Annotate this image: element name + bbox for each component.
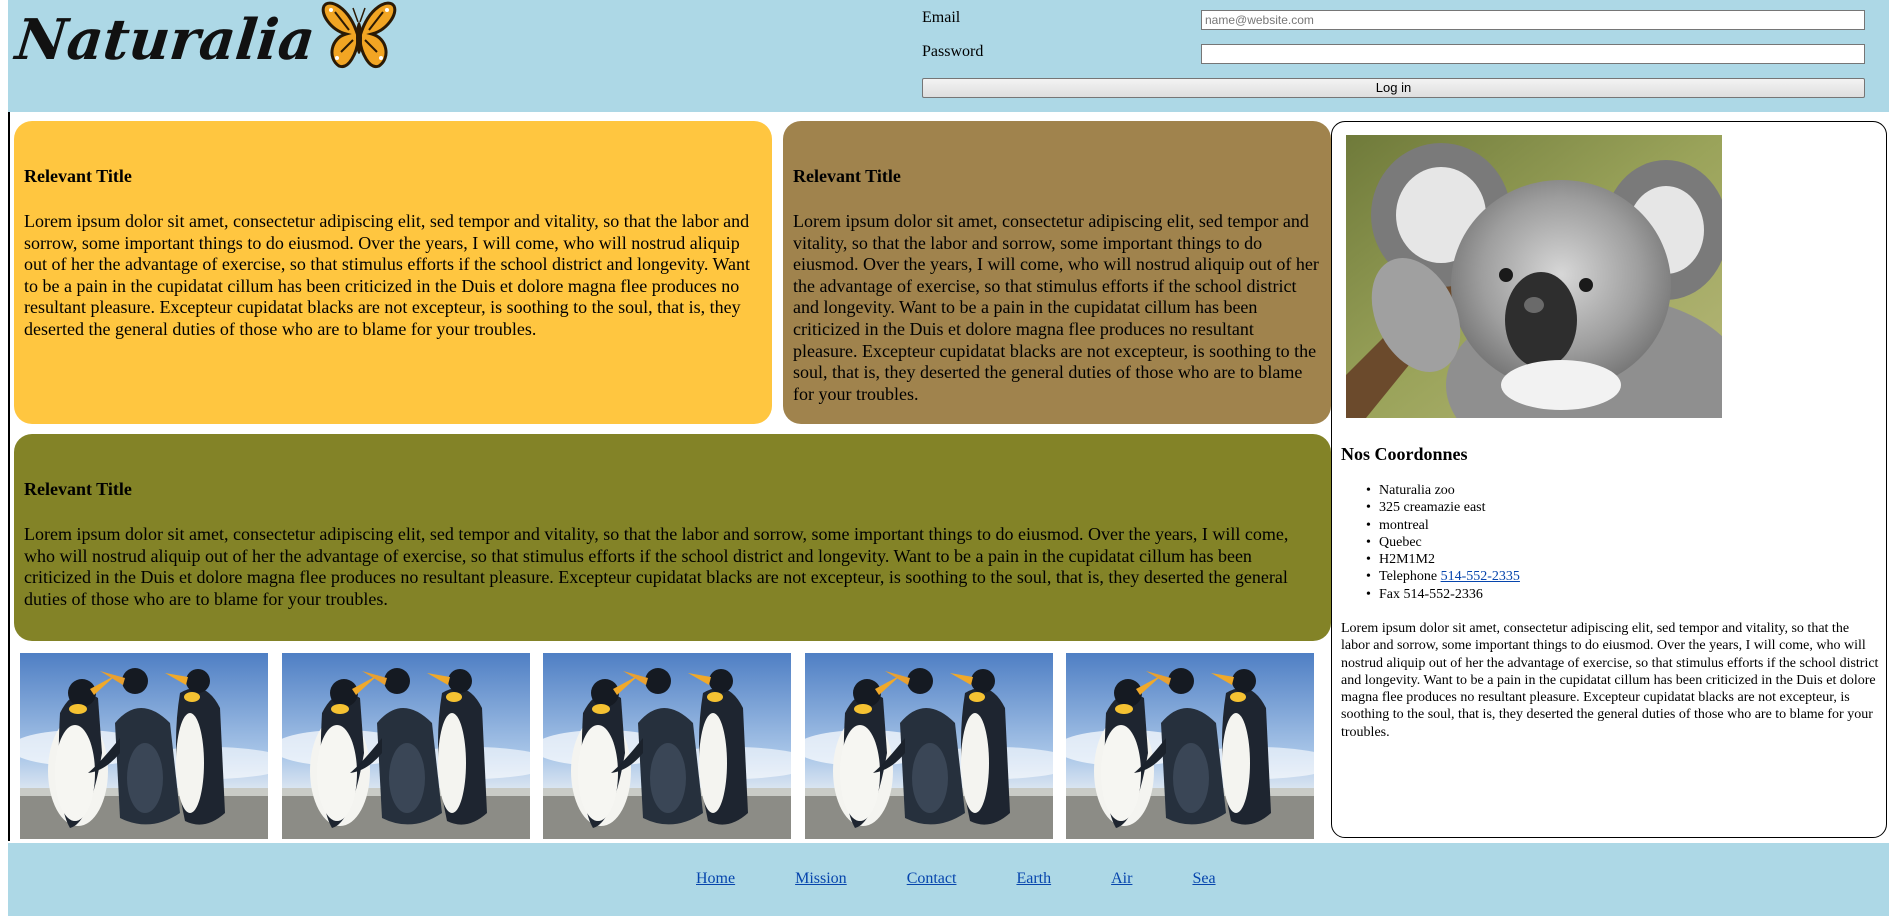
password-row: Password	[922, 40, 1874, 74]
footer-link-mission[interactable]: Mission	[795, 870, 847, 888]
phone-label: Telephone	[1379, 569, 1438, 585]
footer-link-air[interactable]: Air	[1111, 870, 1132, 888]
butterfly-icon	[321, 1, 396, 69]
contact-name: Naturalia zoo	[1366, 482, 1520, 500]
contact-fax: Fax 514-552-2336	[1366, 586, 1520, 604]
card-body: Lorem ipsum dolor sit amet, consectetur …	[24, 524, 1289, 609]
contact-street: 325 creamazie east	[1366, 499, 1520, 517]
card-title: Relevant Title	[24, 166, 132, 186]
penguin-gallery	[20, 642, 1330, 840]
card-body: Lorem ipsum dolor sit amet, consectetur …	[24, 211, 751, 339]
penguin-image	[20, 653, 268, 839]
sidebar-text: Lorem ipsum dolor sit amet, consectetur …	[1341, 621, 1879, 740]
footer-link-sea[interactable]: Sea	[1192, 870, 1215, 888]
content-card-1: Relevant Title Lorem ipsum dolor sit ame…	[14, 121, 772, 424]
login-form: Email Password Log in	[922, 6, 1874, 98]
contact-list: Naturalia zoo 325 creamazie east montrea…	[1366, 482, 1520, 604]
footer-link-home[interactable]: Home	[696, 870, 735, 888]
main-content: Relevant Title Lorem ipsum dolor sit ame…	[8, 112, 1331, 841]
contact-phone: Telephone 514-552-2335	[1366, 568, 1520, 586]
penguin-image	[1066, 653, 1314, 839]
penguin-image	[805, 653, 1053, 839]
phone-link[interactable]: 514-552-2335	[1441, 569, 1520, 584]
email-row: Email	[922, 6, 1874, 40]
sidebar: Nos Coordonnes Naturalia zoo 325 creamaz…	[1331, 121, 1887, 838]
footer-link-earth[interactable]: Earth	[1016, 870, 1051, 888]
penguin-image	[543, 653, 791, 839]
card-title: Relevant Title	[793, 166, 901, 186]
email-label: Email	[922, 9, 961, 26]
footer-nav: Home Mission Contact Earth Air Sea	[696, 870, 1276, 888]
contact-postal: H2M1M2	[1366, 551, 1520, 569]
footer-link-contact[interactable]: Contact	[907, 870, 957, 888]
password-field[interactable]	[1201, 44, 1865, 64]
koala-image	[1346, 135, 1722, 418]
email-field[interactable]	[1201, 10, 1865, 30]
koala-illustration	[1346, 135, 1722, 418]
card-body: Lorem ipsum dolor sit amet, consectetur …	[793, 211, 1319, 404]
contact-heading: Nos Coordonnes	[1341, 444, 1468, 464]
penguin-image	[282, 653, 530, 839]
content-card-2: Relevant Title Lorem ipsum dolor sit ame…	[783, 121, 1331, 424]
password-label: Password	[922, 43, 984, 60]
page-header: Naturalia Email Password Log in	[8, 0, 1889, 112]
page-footer: Home Mission Contact Earth Air Sea	[8, 843, 1889, 916]
login-button[interactable]: Log in	[922, 78, 1865, 98]
contact-city: montreal	[1366, 517, 1520, 535]
content-card-3: Relevant Title Lorem ipsum dolor sit ame…	[14, 434, 1331, 641]
logo-text: Naturalia	[12, 7, 319, 73]
site-logo[interactable]: Naturalia	[13, 0, 397, 80]
contact-province: Quebec	[1366, 534, 1520, 552]
card-title: Relevant Title	[24, 479, 132, 499]
